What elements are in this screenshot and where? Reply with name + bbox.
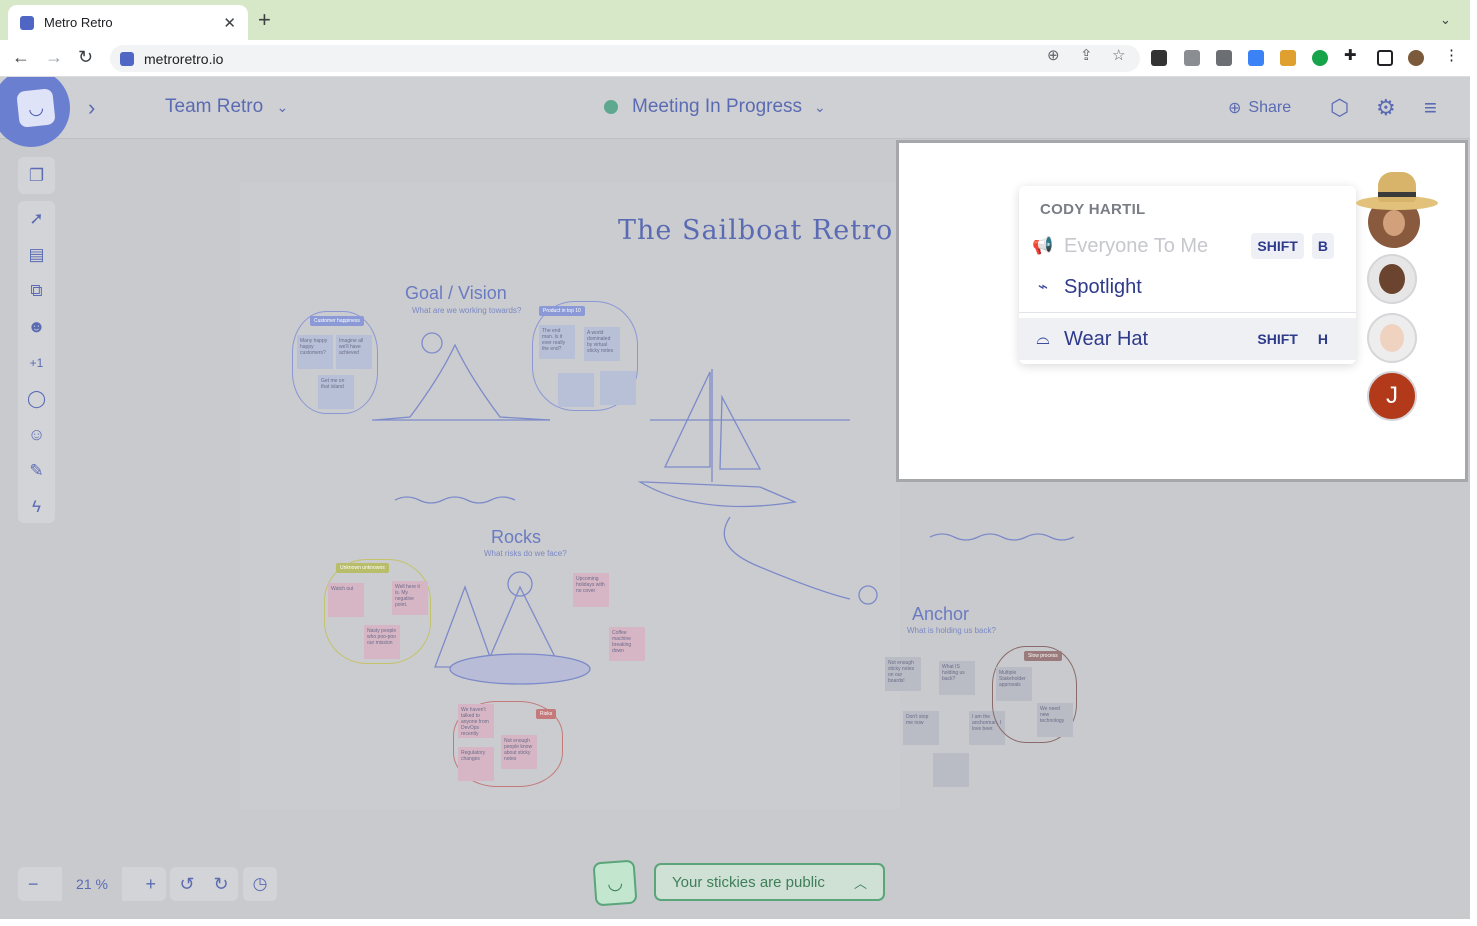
spotlight-icon: ⌁ [1037,277,1049,296]
zoom-out-button[interactable]: − [28,874,39,895]
shortcut-modifier: SHIFT [1257,331,1298,347]
group-label: Customer happiness [310,316,364,326]
section-title-goal: Goal / Vision [405,283,507,303]
zoom-level[interactable]: 21 % [62,867,122,901]
chevron-up-icon: ︿ [853,875,867,891]
address-bar[interactable]: metroretro.io [110,45,1140,72]
sticky-note[interactable]: What IS holding us back? [939,661,975,695]
browser-tab-strip: Metro Retro ✕ + ⌄ [0,0,1470,40]
section-subtitle-anchor: What is holding us back? [907,626,996,635]
group-label: Product in top 10 [539,306,585,316]
shortcut-modifier: SHIFT [1251,233,1304,259]
sticky-note[interactable] [600,371,636,405]
extension-grammarly-icon[interactable] [1312,50,1328,66]
bookmark-star-icon[interactable]: ☆ [1112,46,1125,64]
sticky-note[interactable]: Nasty people who poo-poo our mission [364,625,400,659]
extension-image-icon[interactable] [1216,50,1232,66]
menu-item-label: Wear Hat [1064,327,1149,350]
hat-icon [1356,166,1438,216]
history-button[interactable]: ◷ [243,867,277,901]
menu-item-label: Spotlight [1064,275,1142,298]
share-page-icon[interactable]: ⇪ [1080,46,1093,64]
new-tab-button[interactable]: + [258,9,271,31]
undo-redo-controls: ↺ ↻ [170,867,238,901]
extensions-puzzle-icon[interactable]: ✚ [1344,46,1357,64]
user-action-menu: CODY HARTIL 📢 Everyone To Me SHIFT B ⌁ S… [1019,186,1356,364]
sticky-note[interactable]: Regulatory changes [458,747,494,781]
tab-search-icon[interactable]: ⌄ [1440,12,1451,28]
participant-avatar-initial[interactable]: J [1367,371,1417,421]
side-panel-icon[interactable] [1377,50,1393,66]
participant-avatar[interactable] [1367,313,1417,363]
sticky-note[interactable] [933,753,969,787]
forward-icon[interactable]: → [45,46,63,68]
extension-new-icon[interactable] [1151,50,1167,66]
stickies-public-label: Your stickies are public [672,873,825,891]
hat-icon: ⌓ [1036,329,1050,348]
redo-icon[interactable]: ↻ [213,874,228,895]
site-favicon-icon [120,51,134,66]
history-clock-icon: ◷ [252,874,268,893]
tab-favicon-icon [20,15,34,30]
browser-menu-icon[interactable]: ⋮ [1444,46,1459,64]
section-title-anchor: Anchor [912,604,970,624]
group-label: Unknown unknowns [336,563,389,573]
megaphone-icon: 📢 [1032,236,1054,255]
sticky-note[interactable] [558,373,594,407]
menu-item-label: Everyone To Me [1064,234,1209,257]
sticky-note[interactable]: Upcoming holidays with no cover [573,573,609,607]
zoom-controls: − 21 % + [18,867,166,901]
menu-user-name: CODY HARTIL [1040,201,1146,218]
stickies-public-toggle[interactable]: Your stickies are public ︿ [654,863,885,901]
sticky-note[interactable]: Well here it is. My negative point. [392,581,428,615]
menu-item-wear-hat[interactable]: ⌓ Wear Hat SHIFT H [1019,318,1356,360]
sticky-note[interactable]: The end man. Is it ever really the end? [539,325,575,359]
zoom-in-button[interactable]: + [145,874,156,895]
sticky-note[interactable]: Coffee machine breaking down [609,627,645,661]
sticky-note[interactable]: We haven't talked to anyone from DevOps … [458,704,494,738]
extension-camera-icon[interactable] [1184,50,1200,66]
menu-item-spotlight[interactable]: ⌁ Spotlight [1019,266,1356,308]
extension-people-icon[interactable] [1280,50,1296,66]
extension-blue-icon[interactable] [1248,50,1264,66]
shortcut-key: B [1311,233,1334,259]
back-icon[interactable]: ← [12,46,30,68]
sticky-note[interactable]: Not enough people know about sticky note… [501,735,537,769]
sticky-note[interactable]: Watch out [328,583,364,617]
sticky-note[interactable]: Many happy happy customers? [297,335,333,369]
group-label: Risks [536,709,557,719]
menu-divider [1019,312,1356,313]
sticky-note[interactable]: Get me on that island [318,375,354,409]
group-label: Slow process [1024,651,1062,661]
reload-icon[interactable]: ↻ [78,46,93,68]
tab-title: Metro Retro [44,15,113,30]
section-subtitle-goal: What are we working towards? [412,306,522,315]
sticky-note[interactable]: Don't stop me now [903,711,939,745]
sticky-note[interactable]: Multiple Stakeholder approvals [996,667,1032,701]
sticky-note[interactable]: A world dominated by virtual sticky note… [584,327,620,361]
sticky-note[interactable]: Imagine all we'll have achieved [336,335,372,369]
section-title-rocks: Rocks [491,527,542,547]
browser-tab[interactable]: Metro Retro ✕ [8,5,248,40]
close-tab-icon[interactable]: ✕ [223,14,236,32]
undo-icon[interactable]: ↺ [179,874,194,895]
sticky-note[interactable]: We need new technology [1037,703,1073,737]
profile-avatar-icon[interactable] [1408,50,1424,66]
browser-toolbar: ← → ↻ metroretro.io ⊕ ⇪ ☆ ✚ ⋮ [0,40,1470,77]
section-subtitle-rocks: What risks do we face? [484,549,567,558]
participant-avatar[interactable] [1367,254,1417,304]
sticky-note[interactable]: Not enough sticky notes on our boards! [885,657,921,691]
mascot-face-icon: ◡ [592,859,638,907]
shortcut-key: H [1317,331,1328,347]
zoom-icon[interactable]: ⊕ [1047,46,1060,64]
menu-item-everyone-to-me[interactable]: 📢 Everyone To Me SHIFT B [1019,225,1356,267]
address-bar-url: metroretro.io [144,50,224,67]
